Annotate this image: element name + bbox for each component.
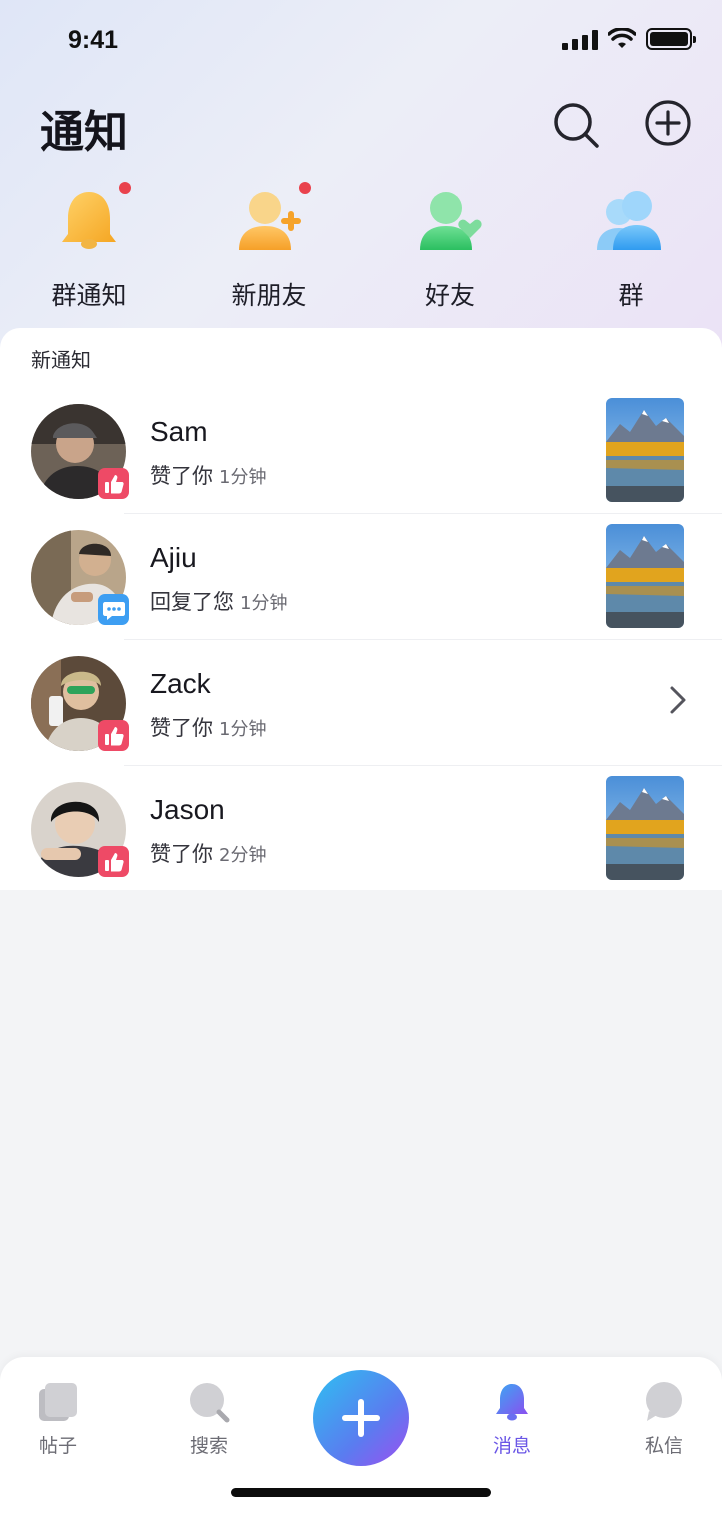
action-text: 赞了你: [150, 464, 213, 488]
notification-list: Sam 赞了你 1分钟 Ajiu 回复了您 1分钟 Zack 赞了你 1分钟 J…: [0, 388, 722, 892]
create-post-button[interactable]: [313, 1370, 409, 1466]
quick-nav-group-notice[interactable]: 群通知: [9, 182, 169, 312]
notification-dot: [119, 182, 131, 194]
comment-badge: [98, 594, 129, 625]
comment-icon: [102, 601, 125, 620]
tab-direct-messages[interactable]: 私信: [614, 1381, 714, 1458]
page-title: 通知: [40, 107, 128, 158]
section-title: 新通知: [31, 348, 91, 372]
post-thumbnail[interactable]: [606, 776, 684, 880]
user-name: Jason: [150, 794, 225, 825]
time-text: 1分钟: [219, 719, 267, 740]
search-icon: [554, 103, 599, 148]
notification-item[interactable]: Jason 赞了你 2分钟: [0, 766, 722, 892]
notification-text: 赞了你 2分钟: [150, 838, 266, 868]
chat-bubble-icon: [646, 1382, 682, 1421]
user-name: Zack: [150, 668, 211, 699]
thumbs-up-icon: [104, 852, 124, 871]
notification-text: 赞了你 1分钟: [150, 460, 266, 490]
quick-nav-groups[interactable]: 群: [551, 182, 711, 312]
quick-nav: 群通知 新朋友 好友 群: [0, 182, 722, 312]
quick-nav-label: 好友: [424, 281, 475, 310]
quick-nav-friends[interactable]: 好友: [370, 182, 530, 312]
tab-posts[interactable]: 帖子: [8, 1381, 108, 1458]
notification-item[interactable]: Zack 赞了你 1分钟: [0, 640, 722, 766]
like-badge: [98, 846, 129, 877]
quick-nav-label: 群通知: [51, 281, 127, 310]
time-text: 1分钟: [240, 593, 288, 614]
add-friend-icon: [239, 192, 301, 250]
tab-label: 消息: [492, 1435, 531, 1457]
wifi-icon: [608, 28, 636, 48]
status-bar: 9:41: [0, 0, 722, 84]
cellular-signal-icon: [562, 28, 598, 50]
search-icon: [190, 1383, 230, 1423]
thumbs-up-icon: [104, 726, 124, 745]
quick-nav-new-friends[interactable]: 新朋友: [189, 182, 349, 312]
home-indicator: [231, 1488, 491, 1497]
notification-dot: [299, 182, 311, 194]
tab-search[interactable]: 搜索: [159, 1381, 259, 1458]
tab-messages[interactable]: 消息: [462, 1381, 562, 1458]
action-text: 回复了您: [150, 590, 234, 614]
action-text: 赞了你: [150, 842, 213, 866]
time-text: 2分钟: [219, 845, 267, 866]
tab-bar: 帖子 搜索 消息 私信: [0, 1357, 722, 1513]
add-button[interactable]: [643, 100, 693, 150]
tab-label: 帖子: [38, 1435, 77, 1457]
group-icon: [597, 191, 661, 250]
notification-item[interactable]: Sam 赞了你 1分钟: [0, 388, 722, 514]
quick-nav-label: 群: [618, 281, 644, 310]
notification-text: 回复了您 1分钟: [150, 586, 287, 616]
chevron-right-icon[interactable]: [664, 684, 692, 716]
post-thumbnail[interactable]: [606, 398, 684, 502]
action-text: 赞了你: [150, 716, 213, 740]
plus-circle-icon: [645, 100, 691, 146]
user-name: Sam: [150, 416, 208, 447]
user-name: Ajiu: [150, 542, 197, 573]
tab-label: 私信: [644, 1435, 683, 1457]
status-icons: [562, 28, 696, 50]
notification-item[interactable]: Ajiu 回复了您 1分钟: [0, 514, 722, 640]
plus-icon: [342, 1399, 380, 1437]
quick-nav-label: 新朋友: [231, 281, 307, 310]
notifications-card: 新通知 Sam 赞了你 1分钟 Ajiu 回复了您 1分钟 Zack 赞了你 1…: [0, 328, 722, 890]
bell-icon: [496, 1384, 528, 1421]
bell-icon: [62, 192, 116, 249]
time-text: 1分钟: [219, 467, 267, 488]
thumbs-up-icon: [104, 474, 124, 493]
friend-heart-icon: [420, 192, 482, 250]
battery-icon: [646, 28, 696, 50]
posts-icon: [39, 1383, 77, 1421]
notification-text: 赞了你 1分钟: [150, 712, 266, 742]
post-thumbnail[interactable]: [606, 524, 684, 628]
search-button[interactable]: [551, 100, 601, 150]
tab-label: 搜索: [189, 1435, 228, 1457]
like-badge: [98, 720, 129, 751]
status-time: 9:41: [68, 26, 119, 54]
like-badge: [98, 468, 129, 499]
